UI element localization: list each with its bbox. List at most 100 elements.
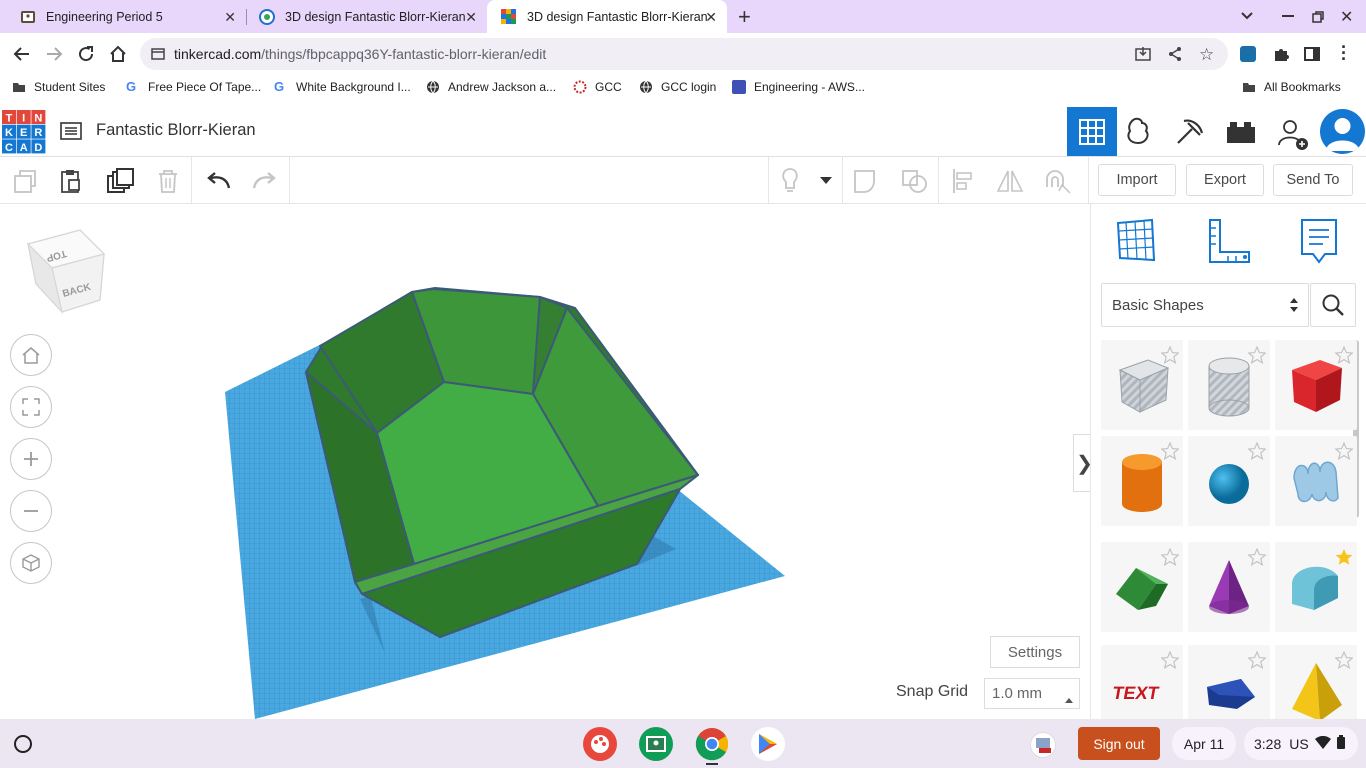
favorite-star-icon[interactable] [1247, 547, 1267, 567]
undo-icon[interactable] [202, 165, 234, 197]
more-menu-icon[interactable]: · · · [1341, 38, 1347, 68]
fit-view-button[interactable] [10, 386, 52, 428]
shape-half-sphere[interactable] [1188, 645, 1270, 719]
shape-sphere[interactable] [1188, 436, 1270, 526]
tab-3d-design-1[interactable]: 3D design Fantastic Blorr-Kieran ✕ [245, 0, 487, 33]
minimize-icon[interactable] [1282, 15, 1294, 17]
tab-engineering-period-5[interactable]: Engineering Period 5 ✕ [6, 0, 246, 33]
restore-icon[interactable] [1312, 10, 1324, 28]
shape-cylinder-hole[interactable] [1188, 340, 1270, 430]
favorite-star-icon[interactable] [1160, 345, 1180, 365]
ruler-tool-icon[interactable] [1207, 218, 1251, 269]
home-icon[interactable] [105, 41, 131, 67]
close-window-icon[interactable]: ✕ [1340, 7, 1353, 27]
classroom-app-icon[interactable] [639, 727, 673, 761]
favorite-star-icon[interactable] [1247, 441, 1267, 461]
share-icon[interactable] [1167, 46, 1183, 65]
search-shapes-button[interactable] [1310, 283, 1356, 327]
send-to-button[interactable]: Send To [1273, 164, 1353, 196]
favorite-star-filled-icon[interactable] [1335, 548, 1353, 565]
tab-3d-design-active[interactable]: 3D design Fantastic Blorr-Kieran ✕ [487, 0, 727, 33]
site-info-icon[interactable] [151, 47, 165, 64]
zoom-out-button[interactable] [10, 490, 52, 532]
collapse-panel-chevron-icon[interactable]: ❯ [1073, 434, 1090, 492]
shape-roof[interactable] [1101, 542, 1183, 632]
design-title[interactable]: Fantastic Blorr-Kieran [96, 121, 256, 140]
shape-box-hole[interactable] [1101, 340, 1183, 430]
reload-icon[interactable] [73, 41, 99, 67]
play-store-app-icon[interactable] [751, 727, 785, 761]
cruise-magnet-icon[interactable] [1041, 165, 1073, 197]
back-icon[interactable] [9, 41, 35, 67]
shape-pyramid[interactable] [1275, 645, 1357, 719]
bookmark-andrew-jackson[interactable]: Andrew Jackson a... [426, 80, 556, 94]
export-button[interactable]: Export [1186, 164, 1264, 196]
notes-tool-icon[interactable] [1299, 218, 1339, 269]
design-menu-icon[interactable] [60, 121, 82, 146]
bookmark-engineering-aws[interactable]: Engineering - AWS... [732, 80, 865, 94]
perspective-button[interactable] [10, 542, 52, 584]
import-button[interactable]: Import [1098, 164, 1176, 196]
invite-user-icon[interactable] [1276, 117, 1310, 156]
canvas-app-icon[interactable] [583, 727, 617, 761]
favorite-star-icon[interactable] [1247, 345, 1267, 365]
favorite-star-icon[interactable] [1334, 650, 1354, 670]
workplane-viewport[interactable]: TOP BACK Settings Snap Grid 1.0 mm ❯ [0, 204, 1090, 719]
favorite-star-icon[interactable] [1334, 441, 1354, 461]
workplane-canvas[interactable] [0, 204, 1090, 719]
shape-scribble[interactable] [1275, 436, 1357, 526]
new-tab-button[interactable]: + [738, 4, 751, 30]
group-icon[interactable] [850, 165, 882, 197]
bookmark-gcc-login[interactable]: GCC login [639, 80, 716, 94]
shape-library-select[interactable]: Basic Shapes [1101, 283, 1309, 327]
light-bulb-icon[interactable] [774, 165, 806, 197]
shape-text[interactable]: TEXT [1101, 645, 1183, 719]
address-bar[interactable]: tinkercad.com/things/fbpcappq36Y-fantast… [140, 38, 1228, 70]
tote-screenshot-icon[interactable] [1030, 732, 1056, 758]
favorite-star-icon[interactable] [1160, 441, 1180, 461]
bricks-pickaxe-icon[interactable] [1174, 117, 1206, 152]
extension-icon[interactable] [1240, 46, 1256, 62]
zoom-in-button[interactable] [10, 438, 52, 480]
redo-icon[interactable] [249, 165, 281, 197]
chevron-down-icon[interactable] [810, 165, 842, 197]
chrome-app-icon[interactable] [695, 727, 729, 761]
install-app-icon[interactable] [1135, 46, 1151, 65]
favorite-star-icon[interactable] [1160, 547, 1180, 567]
duplicate-icon[interactable] [104, 165, 136, 197]
shape-cylinder[interactable] [1101, 436, 1183, 526]
tinkercad-logo[interactable]: TIN KER CAD [2, 110, 46, 154]
shape-round-roof[interactable] [1275, 542, 1357, 632]
delete-icon[interactable] [152, 165, 184, 197]
lego-brick-icon[interactable] [1226, 119, 1256, 150]
close-icon[interactable]: ✕ [224, 9, 236, 26]
shape-box[interactable] [1275, 340, 1357, 430]
bookmark-star-icon[interactable]: ☆ [1199, 45, 1214, 65]
workplane-tool-icon[interactable] [1115, 218, 1157, 267]
favorite-star-icon[interactable] [1160, 650, 1180, 670]
bookmark-white-background[interactable]: G White Background I... [274, 80, 411, 95]
settings-button[interactable]: Settings [990, 636, 1080, 668]
copy-icon[interactable] [8, 165, 40, 197]
launcher-button[interactable] [14, 735, 32, 753]
avatar[interactable] [1320, 109, 1365, 154]
forward-icon[interactable] [41, 41, 67, 67]
date-tray[interactable]: Apr 11 [1172, 727, 1236, 760]
sign-out-button[interactable]: Sign out [1078, 727, 1160, 760]
tab-search-icon[interactable] [1240, 8, 1254, 27]
favorite-star-icon[interactable] [1334, 345, 1354, 365]
mirror-icon[interactable] [994, 165, 1026, 197]
close-icon[interactable]: ✕ [465, 9, 477, 26]
bookmark-free-piece-of-tape[interactable]: G Free Piece Of Tape... [126, 80, 261, 95]
favorite-star-icon[interactable] [1247, 650, 1267, 670]
close-icon[interactable]: ✕ [705, 9, 717, 26]
bookmark-gcc[interactable]: GCC [573, 80, 622, 94]
extensions-puzzle-icon[interactable] [1272, 45, 1290, 68]
status-tray[interactable]: 3:28 US [1244, 727, 1358, 760]
align-icon[interactable] [948, 165, 980, 197]
side-panel-icon[interactable] [1304, 46, 1320, 67]
ungroup-icon[interactable] [899, 165, 931, 197]
view-cube[interactable]: TOP BACK [22, 224, 112, 324]
blocks-icon[interactable] [1122, 117, 1154, 152]
bookmark-student-sites[interactable]: Student Sites [12, 80, 105, 94]
